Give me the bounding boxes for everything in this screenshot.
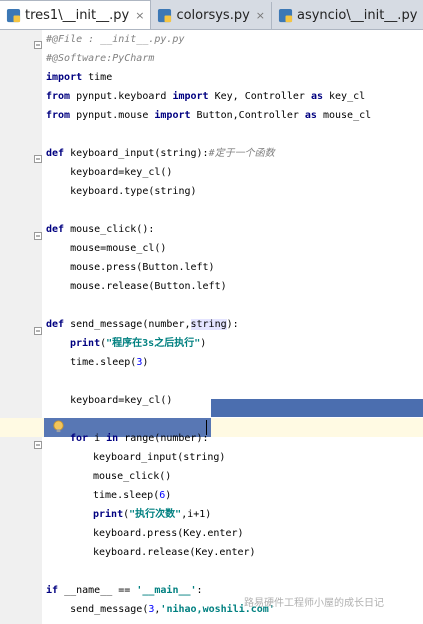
code-line: keyboard_input(string) bbox=[0, 448, 423, 467]
keyword: for bbox=[70, 433, 89, 444]
keyword: import bbox=[154, 110, 191, 121]
code-text: keyboard.type(string) bbox=[46, 186, 197, 197]
code-line: mouse.press(Button.left) bbox=[0, 258, 423, 277]
code-text: pynput.mouse bbox=[70, 110, 155, 121]
keyword: as bbox=[310, 91, 323, 102]
parameter-highlight: string bbox=[190, 319, 227, 330]
code-text: i bbox=[88, 433, 107, 444]
comment: #@Software:PyCharm bbox=[46, 53, 155, 64]
code-text: time.sleep( bbox=[93, 490, 160, 501]
comment: #@File : __init__.py.py bbox=[46, 34, 185, 45]
code-line: mouse=mouse_cl() bbox=[0, 239, 423, 258]
keyword: print bbox=[70, 338, 101, 349]
string-literal: '__main__' bbox=[136, 585, 197, 596]
tab-colorsys[interactable]: colorsys.py × bbox=[151, 2, 272, 29]
code-line: #@File : __init__.py.py bbox=[0, 30, 423, 49]
comment: #定于一个函数 bbox=[208, 148, 275, 159]
code-line: print("执行次数",i+1) bbox=[0, 505, 423, 524]
code-line: mouse.release(Button.left) bbox=[0, 277, 423, 296]
keyword: as bbox=[304, 110, 317, 121]
keyword: from bbox=[46, 91, 71, 102]
python-file-icon bbox=[278, 8, 293, 23]
code-text: ): bbox=[226, 319, 239, 330]
code-line: from pynput.mouse import Button,Controll… bbox=[0, 106, 423, 125]
code-line: keyboard=key_cl() bbox=[0, 391, 423, 410]
keyword: import bbox=[172, 91, 209, 102]
tab-tres1-init[interactable]: tres1\__init__.py × bbox=[0, 0, 152, 29]
code-text: : bbox=[196, 585, 203, 596]
code-text: keyboard.press(Key.enter) bbox=[93, 528, 244, 539]
code-line: mouse_click() bbox=[0, 467, 423, 486]
code-text: time.sleep( bbox=[46, 357, 137, 368]
code-text: keyboard.release(Key.enter) bbox=[93, 547, 256, 558]
code-line: def mouse_click(): bbox=[0, 220, 423, 239]
code-text: key_cl bbox=[322, 91, 366, 102]
code-line: keyboard.type(string) bbox=[0, 182, 423, 201]
code-line: time.sleep(6) bbox=[0, 486, 423, 505]
string-literal: "程序在3s之后执行" bbox=[106, 338, 201, 349]
code-editor[interactable]: #@File : __init__.py.py #@Software:PyCha… bbox=[0, 30, 423, 624]
code-text: mouse_click() bbox=[93, 471, 172, 482]
keyword: if bbox=[46, 585, 59, 596]
keyword: import bbox=[46, 72, 83, 83]
code-text: Key, Controller bbox=[208, 91, 311, 102]
code-line: def send_message(number,string): bbox=[0, 315, 423, 334]
code-text: keyboard_input(string): bbox=[64, 148, 209, 159]
editor-tab-bar: tres1\__init__.py × colorsys.py × asynci… bbox=[0, 0, 423, 30]
code-line: from pynput.keyboard import Key, Control… bbox=[0, 87, 423, 106]
code-text: mouse_click(): bbox=[64, 224, 155, 235]
code-line: print("程序在3s之后执行") bbox=[0, 334, 423, 353]
code-text: range(number): bbox=[118, 433, 209, 444]
code-line: import time bbox=[0, 68, 423, 87]
code-text: send_message( bbox=[46, 604, 149, 615]
code-line: time.sleep(3) bbox=[0, 353, 423, 372]
string-literal: "执行次数" bbox=[129, 509, 182, 520]
code-text: pynput.keyboard bbox=[70, 91, 173, 102]
ide-window: tres1\__init__.py × colorsys.py × asynci… bbox=[0, 0, 423, 624]
code-text: keyboard=key_cl() bbox=[46, 395, 173, 406]
keyword: from bbox=[46, 110, 71, 121]
keyword: def bbox=[46, 148, 65, 159]
code-text: ,i+1) bbox=[181, 509, 212, 520]
code-text: __name__ == bbox=[58, 585, 137, 596]
python-file-icon bbox=[158, 8, 172, 23]
code-text: mouse.release(Button.left) bbox=[46, 281, 227, 292]
code-text: keyboard_input(string) bbox=[93, 452, 226, 463]
code-line: keyboard=key_cl() bbox=[0, 163, 423, 182]
keyword: def bbox=[46, 319, 65, 330]
code-line: #@Software:PyCharm bbox=[0, 49, 423, 68]
tab-label: colorsys.py bbox=[176, 8, 250, 23]
code-line: for i in range(number): bbox=[0, 429, 423, 448]
tab-asyncio-init[interactable]: asyncio\__init__.py × bbox=[272, 2, 423, 29]
code-text: send_message(number, bbox=[64, 319, 191, 330]
watermark: 路易硬件工程师小屋的成长日记 bbox=[244, 598, 384, 609]
code-line: def keyboard_input(string):#定于一个函数 bbox=[0, 144, 423, 163]
close-icon[interactable]: × bbox=[256, 9, 265, 22]
code-text: mouse_cl bbox=[316, 110, 372, 121]
text-caret bbox=[206, 420, 207, 435]
code-text: ) bbox=[200, 338, 207, 349]
code-line: keyboard.release(Key.enter) bbox=[0, 543, 423, 562]
code-text: Button,Controller bbox=[190, 110, 305, 121]
keyword: in bbox=[106, 433, 119, 444]
code-text: time bbox=[82, 72, 113, 83]
close-icon[interactable]: × bbox=[135, 9, 144, 22]
code-text: ) bbox=[165, 490, 172, 501]
tab-label: asyncio\__init__.py bbox=[296, 8, 418, 23]
code-text: keyboard=key_cl() bbox=[46, 167, 173, 178]
code-line: keyboard.press(Key.enter) bbox=[0, 524, 423, 543]
code-text: mouse.press(Button.left) bbox=[46, 262, 215, 273]
keyword: def bbox=[46, 224, 65, 235]
python-file-icon bbox=[6, 8, 21, 22]
code-text: ) bbox=[142, 357, 149, 368]
keyword: print bbox=[93, 509, 124, 520]
code-text: mouse=mouse_cl() bbox=[46, 243, 167, 254]
tab-label: tres1\__init__.py bbox=[25, 7, 130, 23]
